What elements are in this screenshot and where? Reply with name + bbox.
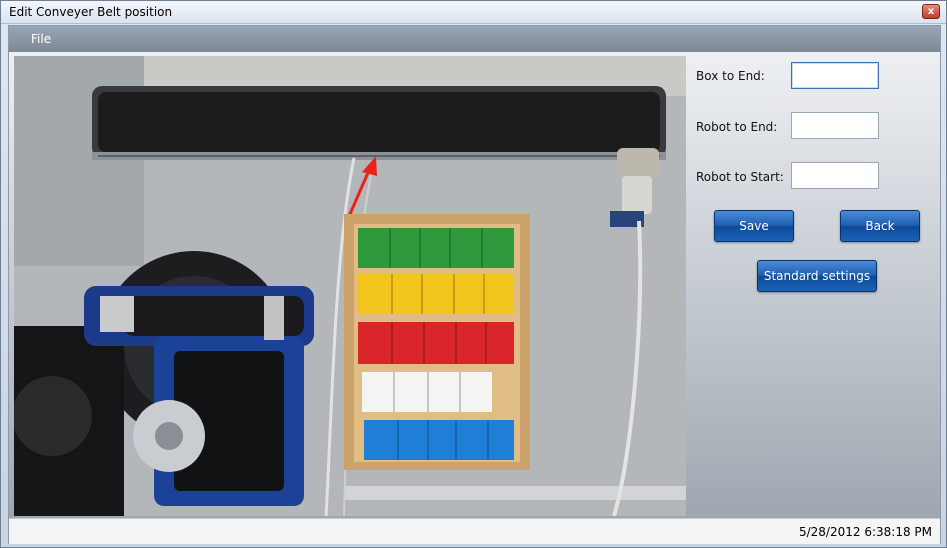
status-bar: 5/28/2012 6:38:18 PM [9,518,940,544]
status-datetime: 5/28/2012 6:38:18 PM [798,525,932,539]
window-title: Edit Conveyer Belt position [9,5,173,19]
box-to-end-label: Box to End: [696,69,765,83]
conveyor-photo [14,56,686,516]
app-window: Edit Conveyer Belt position x File Box t… [0,0,947,548]
title-bar: Edit Conveyer Belt position x [1,1,946,24]
menu-bar: File [9,26,940,52]
conveyor-photo-drawing [14,56,686,516]
robot-to-start-label: Robot to Start: [696,170,784,184]
robot-to-end-field[interactable] [791,112,879,139]
robot-to-end-label: Robot to End: [696,120,778,134]
client-area: File Box to End: Robot to End: Robot to … [8,25,941,544]
close-button[interactable]: x [922,4,940,19]
robot-to-start-field[interactable] [791,162,879,189]
standard-settings-button[interactable]: Standard settings [757,260,877,292]
save-button[interactable]: Save [714,210,794,242]
back-button[interactable]: Back [840,210,920,242]
menu-file[interactable]: File [31,32,51,46]
block-rows [358,228,514,460]
box-to-end-field[interactable] [791,62,879,89]
